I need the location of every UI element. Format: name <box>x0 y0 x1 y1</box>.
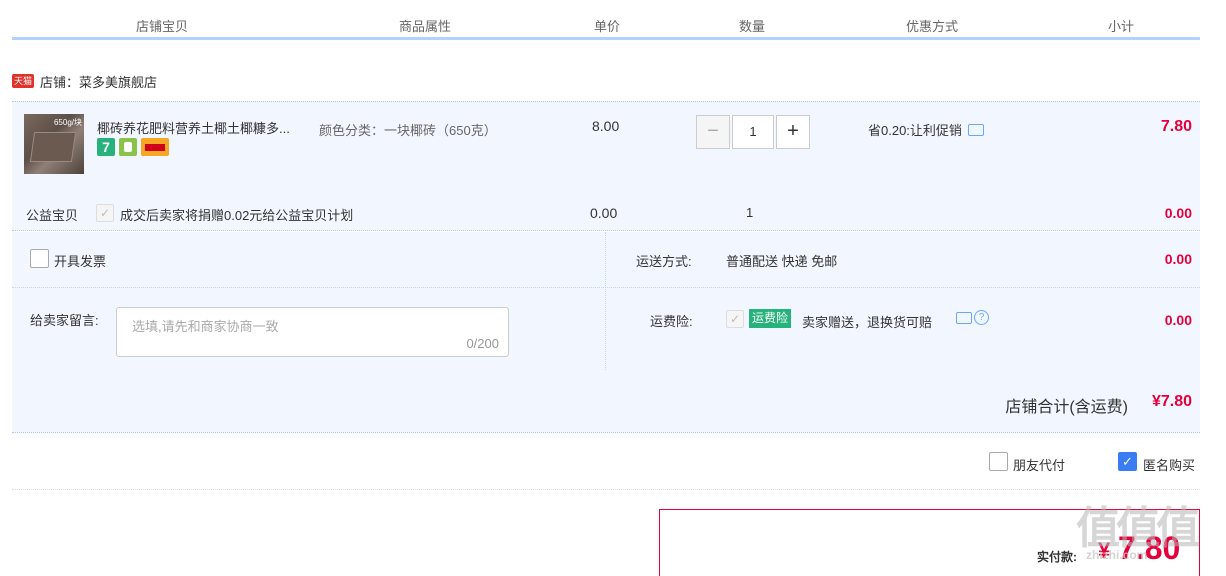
guarantee-icon[interactable] <box>119 138 137 156</box>
brick-image-icon <box>29 132 77 162</box>
col-subtotal: 小计 <box>1108 19 1135 34</box>
charity-text: 成交后卖家将捐赠0.02元给公益宝贝计划 <box>120 208 354 223</box>
help-icon[interactable]: ? <box>974 310 989 325</box>
product-thumbnail[interactable]: 650g/块 <box>24 114 84 174</box>
divider <box>12 287 1200 288</box>
insurance-badge: 运费险 <box>749 309 792 328</box>
tmall-badge-icon: 天猫 <box>12 74 35 88</box>
seller-message-input[interactable]: 选填,请先和商家协商一致 0/200 <box>116 307 509 357</box>
invoice-label[interactable]: 开具发票 <box>54 251 106 270</box>
anonymous-checkbox[interactable]: ✓ <box>1118 452 1137 471</box>
col-quantity: 数量 <box>739 19 766 34</box>
service-badges: 7 <box>97 138 169 156</box>
col-attributes: 商品属性 <box>399 19 452 34</box>
thumb-tag: 650g/块 <box>53 118 82 127</box>
qty-input[interactable]: 1 <box>732 115 774 149</box>
shop-total-label: 店铺合计(含运费) <box>1005 399 1128 416</box>
insurance-text: 卖家赠送，退换货可赔 <box>802 315 933 330</box>
shop-row: 天猫 店铺：菜多美旗舰店 <box>12 70 157 92</box>
order-item: 650g/块 椰砖养花肥料营养土椰土椰糠多... 7 颜色分类：一块椰砖（650… <box>12 101 1200 231</box>
message-label: 给卖家留言: <box>30 313 99 328</box>
shipping-subtotal: 0.00 <box>1164 251 1192 267</box>
column-header: 店铺宝贝 商品属性 单价 数量 优惠方式 小计 <box>12 0 1200 40</box>
shipping-label: 运送方式: <box>636 254 692 269</box>
quantity-stepper: − 1 + <box>696 115 810 149</box>
qty-minus-button[interactable]: − <box>696 115 730 149</box>
invoice-checkbox[interactable] <box>30 249 49 268</box>
promo-info: 省0.20:让利促销 <box>868 120 984 139</box>
anonymous-label[interactable]: 匿名购买 <box>1143 455 1195 474</box>
insurance-icons: ? <box>956 310 989 325</box>
friend-pay-label[interactable]: 朋友代付 <box>1013 455 1065 474</box>
order-options: 开具发票 运送方式: 普通配送 快递 免邮 0.00 给卖家留言: 选填,请先和… <box>12 232 1200 372</box>
credit-card-icon[interactable] <box>141 138 169 156</box>
product-title-link[interactable]: 椰砖养花肥料营养土椰土椰糠多... <box>97 118 312 137</box>
product-attribute: 颜色分类：一块椰砖（650克） <box>319 123 497 138</box>
charity-label: 公益宝贝 <box>26 208 79 223</box>
unit-price: 8.00 <box>592 118 620 134</box>
qty-plus-button[interactable]: + <box>776 115 810 149</box>
watermark: 值值值 zhizhi.com <box>1076 492 1226 576</box>
shipping-method: 普通配送 快递 免邮 <box>726 254 838 269</box>
col-shop-item: 店铺宝贝 <box>136 19 189 34</box>
insurance-checkbox: ✓ <box>726 310 744 328</box>
charity-checkbox: ✓ <box>96 204 114 222</box>
message-placeholder: 选填,请先和商家协商一致 <box>132 319 279 334</box>
friend-pay-checkbox[interactable] <box>989 452 1008 471</box>
final-label: 实付款: <box>1037 550 1077 564</box>
col-unit-price: 单价 <box>594 19 621 34</box>
item-subtotal: 7.80 <box>1160 118 1192 135</box>
charity-qty: 1 <box>746 205 754 220</box>
divider <box>605 232 606 370</box>
chat-icon[interactable] <box>967 123 984 136</box>
insurance-label: 运费险: <box>650 314 693 329</box>
shop-total: 店铺合计(含运费) ¥7.80 <box>12 372 1200 433</box>
watermark-sub: zhizhi.com <box>1086 548 1148 562</box>
message-char-count: 0/200 <box>466 336 499 351</box>
insurance-subtotal: 0.00 <box>1164 312 1192 328</box>
col-discount: 优惠方式 <box>906 19 959 34</box>
divider <box>12 489 1200 490</box>
charity-subtotal: 0.00 <box>1164 205 1192 221</box>
watermark-text: 值值值 <box>1076 504 1200 553</box>
promo-text: 省0.20:让利促销 <box>868 123 962 138</box>
shop-name-link[interactable]: 店铺：菜多美旗舰店 <box>40 72 157 91</box>
shop-total-value: ¥7.80 <box>1151 393 1192 410</box>
chat-icon[interactable] <box>956 311 972 324</box>
seven-day-return-icon[interactable]: 7 <box>97 138 115 156</box>
charity-price: 0.00 <box>590 205 618 221</box>
